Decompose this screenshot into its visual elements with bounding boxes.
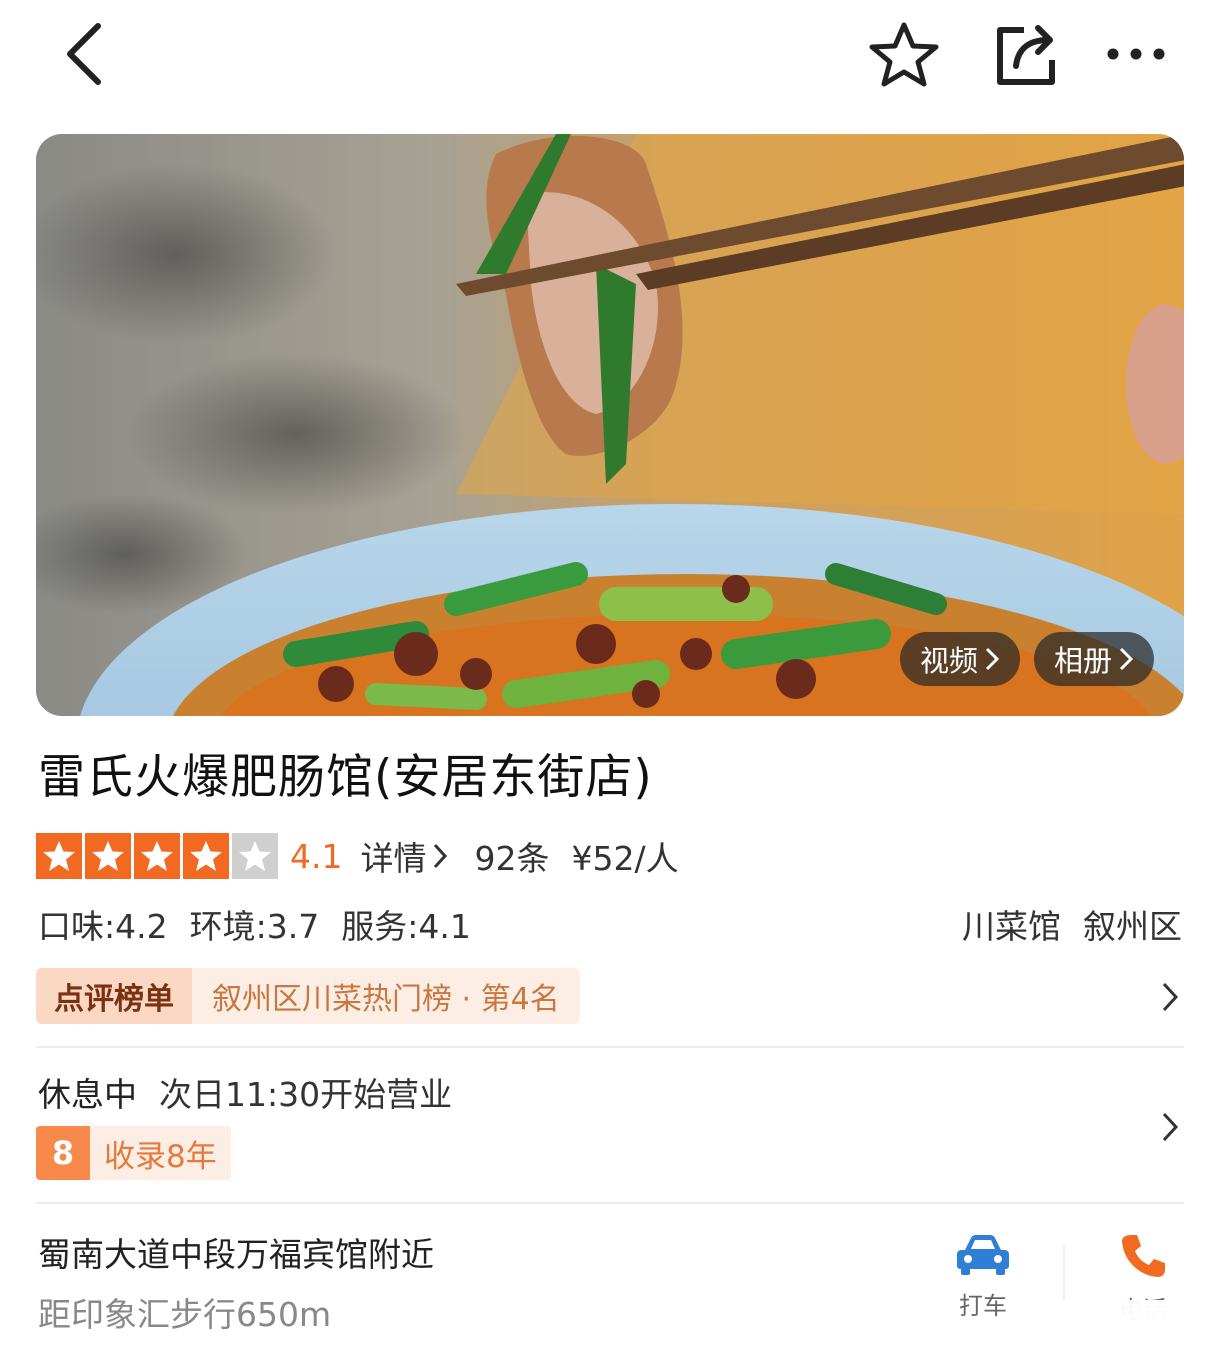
star-filled-icon <box>183 833 229 879</box>
star-outline-icon <box>869 22 939 87</box>
rating-row: 4.1 详情 92条 ¥52/人 <box>36 832 679 880</box>
car-icon <box>957 1235 1009 1275</box>
business-hours[interactable]: 休息中 次日11:30开始营业 <box>38 1068 452 1116</box>
chevron-right-icon <box>434 843 448 869</box>
share-button[interactable] <box>986 18 1066 90</box>
video-label: 视频 <box>920 644 979 678</box>
service-score: 服务:4.1 <box>341 907 471 946</box>
open-status: 休息中 <box>38 1075 137 1114</box>
listed-years-text: 收录8年 <box>90 1126 231 1180</box>
next-open-time: 次日11:30开始营业 <box>159 1075 453 1114</box>
album-label: 相册 <box>1054 644 1113 678</box>
review-count[interactable]: 92条 <box>474 832 549 880</box>
favorite-button[interactable] <box>864 18 944 90</box>
star-filled-icon <box>36 833 82 879</box>
chevron-right-icon[interactable] <box>1160 1110 1180 1144</box>
rating-score: 4.1 <box>290 836 343 876</box>
walking-distance: 距印象汇步行650m <box>38 1295 332 1334</box>
chevron-right-icon <box>1119 647 1134 671</box>
share-icon <box>997 25 1055 85</box>
listed-years-badge: 8 收录8年 <box>36 1126 231 1180</box>
address[interactable]: 蜀南大道中段万福宾馆附近 <box>38 1228 434 1276</box>
district-tag[interactable]: 叙州区 <box>1083 900 1182 948</box>
ranking-badge: 点评榜单 <box>36 968 192 1024</box>
shop-name: 雷氏火爆肥肠馆(安居东街店) <box>38 750 653 805</box>
chevron-left-icon <box>67 23 101 85</box>
avg-price: ¥52/人 <box>571 839 679 878</box>
more-dots-icon <box>1107 48 1165 60</box>
video-button[interactable]: 视频 <box>900 632 1020 686</box>
chevron-right-icon <box>985 647 1000 671</box>
taste-score: 口味:4.2 <box>38 907 168 946</box>
chevron-right-icon[interactable] <box>1160 980 1180 1014</box>
more-button[interactable] <box>1096 18 1176 90</box>
hero-photo[interactable]: 视频 相册 <box>36 134 1184 716</box>
category-tag[interactable]: 川菜馆 <box>962 900 1061 948</box>
listed-years-number: 8 <box>36 1126 90 1180</box>
star-filled-icon <box>134 833 180 879</box>
star-rating <box>36 833 278 879</box>
star-empty-icon <box>232 833 278 879</box>
food-photo <box>36 134 1184 716</box>
sub-scores: 口味:4.2 环境:3.7 服务:4.1 <box>38 900 471 948</box>
environment-score: 环境:3.7 <box>189 907 320 946</box>
album-button[interactable]: 相册 <box>1034 632 1154 686</box>
divider <box>36 1202 1184 1204</box>
top-bar <box>0 0 1220 110</box>
star-filled-icon <box>85 833 131 879</box>
ranking-banner[interactable]: 点评榜单 叙州区川菜热门榜 · 第4名 <box>36 968 580 1024</box>
ranking-text: 叙州区川菜热门榜 · 第4名 <box>192 968 580 1024</box>
divider <box>36 1046 1184 1048</box>
phone-icon <box>1122 1235 1165 1277</box>
detail-link[interactable]: 详情 <box>360 832 448 880</box>
back-button[interactable] <box>52 18 116 90</box>
shop-tags: 川菜馆 叙州区 <box>962 900 1182 948</box>
bottom-fade-overlay <box>1000 1300 1220 1352</box>
detail-label: 详情 <box>360 839 427 878</box>
